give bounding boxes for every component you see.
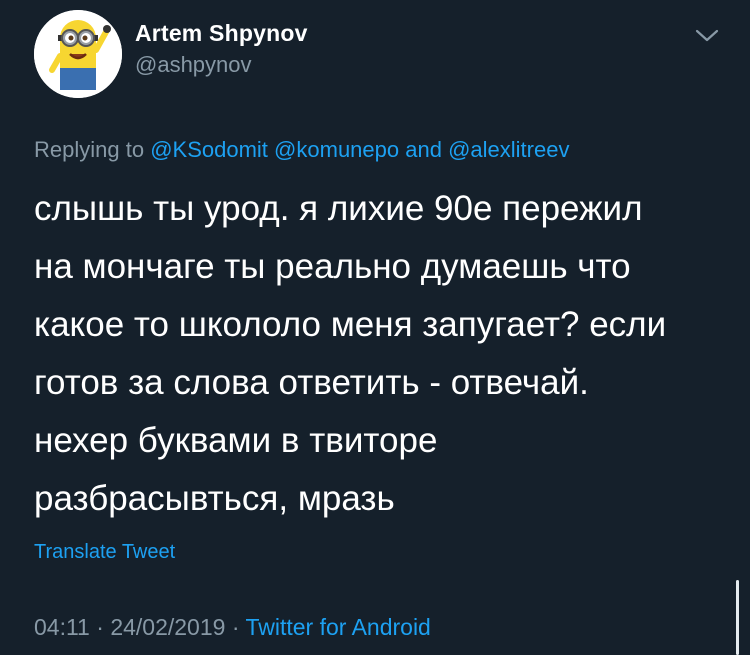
tweet-text: слышь ты урод. я лихие 90е пережил на мо… — [34, 180, 734, 528]
tweet-text-line: слышь ты урод. я лихие 90е пережил — [34, 189, 643, 228]
tweet-detail: Artem Shpynov @ashpynov Replying to @KSo… — [0, 0, 750, 655]
meta-separator: · — [96, 614, 104, 640]
minion-avatar-icon — [34, 10, 122, 98]
tweet-text-line: нехер буквами в твиторе — [34, 421, 438, 460]
author-display-name[interactable]: Artem Shpynov — [135, 20, 308, 47]
mention-link[interactable]: @alexlitreev — [448, 137, 569, 162]
replying-to-label: Replying to — [34, 137, 145, 162]
tweet-text-line: на мончаге ты реально думаешь что — [34, 247, 631, 286]
mention-link[interactable]: @komunepo — [274, 137, 399, 162]
replying-to-and: and — [405, 137, 442, 162]
tweet-menu-button[interactable] — [692, 24, 722, 48]
scrollbar[interactable] — [736, 580, 739, 655]
mention-link[interactable]: @KSodomit — [150, 137, 268, 162]
tweet-time: 04:11 — [34, 614, 90, 640]
author-handle[interactable]: @ashpynov — [135, 52, 252, 78]
tweet-text-line: какое то школоло меня запугает? если — [34, 305, 667, 344]
tweet-source-link[interactable]: Twitter for Android — [245, 614, 430, 640]
avatar[interactable] — [34, 10, 122, 98]
replying-to-line: Replying to @KSodomit @komunepo and @ale… — [34, 137, 569, 163]
meta-separator: · — [231, 614, 240, 640]
tweet-text-line: готов за слова ответить - отвечай. — [34, 363, 589, 402]
tweet-meta: 04:11 · 24/02/2019 · Twitter for Android — [34, 614, 431, 641]
chevron-down-icon — [695, 29, 719, 42]
translate-tweet-link[interactable]: Translate Tweet — [34, 541, 175, 564]
tweet-text-line: разбрасывться, мразь — [34, 479, 395, 518]
tweet-date: 24/02/2019 — [110, 614, 226, 640]
